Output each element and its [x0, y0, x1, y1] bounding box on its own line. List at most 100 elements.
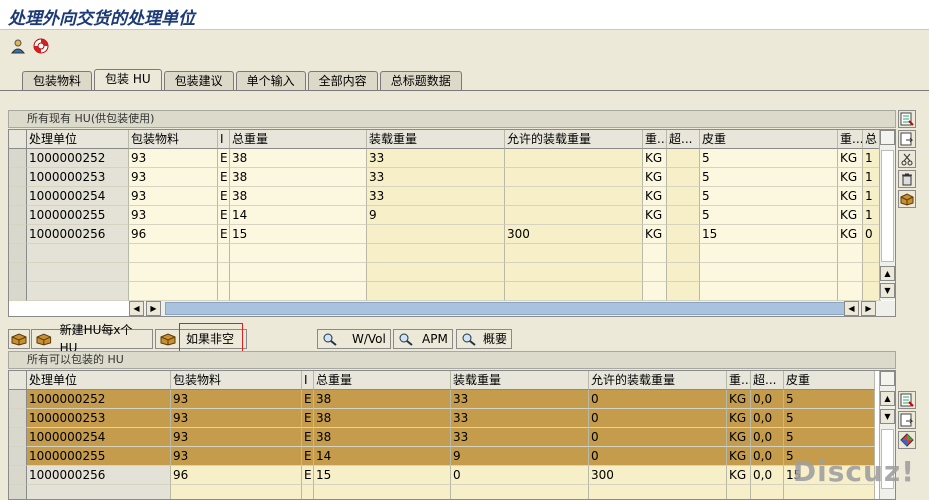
tab-all-contents[interactable]: 全部内容 — [307, 71, 378, 90]
table-cell[interactable] — [667, 225, 700, 244]
table-cell[interactable]: 5 — [700, 149, 838, 168]
table-cell[interactable] — [218, 244, 230, 263]
table-row[interactable]: 1000000253 93 E 38 33 0 KG 0,0 5 — [9, 409, 895, 428]
table-cell[interactable]: 33 — [367, 187, 505, 206]
table-cell[interactable] — [451, 485, 589, 499]
table-cell[interactable] — [751, 485, 784, 499]
table-cell[interactable]: 93 — [129, 187, 218, 206]
table-cell[interactable]: E — [218, 206, 230, 225]
table-cell[interactable] — [727, 485, 751, 499]
table-cell[interactable]: 38 — [314, 409, 451, 428]
table-cell[interactable] — [27, 263, 129, 282]
table-cell[interactable]: KG — [727, 447, 751, 466]
table-cell[interactable]: 96 — [171, 466, 302, 485]
table-cell[interactable]: 0 — [451, 466, 589, 485]
table-cell[interactable]: 38 — [314, 428, 451, 447]
table-cell[interactable]: 33 — [367, 149, 505, 168]
person-icon[interactable] — [8, 36, 28, 56]
summary-button[interactable]: 概要 — [456, 329, 512, 349]
table-cell[interactable] — [700, 282, 838, 301]
tab-header-data[interactable]: 总标题数据 — [379, 71, 462, 90]
table-cell[interactable]: KG — [838, 206, 863, 225]
column-header[interactable]: 允许的装载重量 — [589, 371, 727, 390]
table-cell[interactable] — [27, 282, 129, 301]
table-cell[interactable]: 14 — [314, 447, 451, 466]
table-cell[interactable]: 1000000253 — [27, 168, 129, 187]
scroll-thumb[interactable] — [165, 302, 859, 315]
table-cell[interactable]: 38 — [230, 187, 367, 206]
pack-icon-button[interactable] — [8, 329, 30, 349]
column-header[interactable]: I — [218, 130, 230, 149]
column-header[interactable]: 总重量 — [314, 371, 451, 390]
table-cell[interactable]: 5 — [784, 390, 875, 409]
column-header[interactable]: 重... — [838, 130, 863, 149]
table-cell[interactable]: KG — [838, 225, 863, 244]
table-cell[interactable]: 15 — [230, 225, 367, 244]
table-cell[interactable]: E — [302, 409, 314, 428]
table-row[interactable] — [9, 282, 895, 301]
row-selector[interactable] — [9, 263, 27, 282]
tab-packaging-material[interactable]: 包装物料 — [22, 71, 93, 90]
table-row[interactable]: 1000000252 93 E 38 33 KG 5 KG 1 — [9, 149, 895, 168]
column-config-icon[interactable] — [880, 130, 895, 145]
select-layout-icon[interactable] — [898, 391, 916, 409]
table-cell[interactable] — [505, 282, 643, 301]
table-cell[interactable]: 14 — [230, 206, 367, 225]
row-selector[interactable] — [9, 466, 27, 485]
table-cell[interactable]: KG — [838, 168, 863, 187]
table-cell[interactable]: E — [218, 149, 230, 168]
document-arrow-icon[interactable] — [898, 411, 916, 429]
table-cell[interactable]: 33 — [451, 409, 589, 428]
table-cell[interactable] — [314, 485, 451, 499]
table-row[interactable]: 1000000254 93 E 38 33 0 KG 0,0 5 — [9, 428, 895, 447]
vertical-scrollbar[interactable]: ▲ ▼ — [879, 130, 895, 300]
table-cell[interactable]: 93 — [171, 428, 302, 447]
table-cell[interactable]: 38 — [314, 390, 451, 409]
table-cell[interactable] — [838, 244, 863, 263]
table-cell[interactable]: 1000000256 — [27, 225, 129, 244]
table-cell[interactable]: 0 — [589, 447, 727, 466]
table-cell[interactable] — [838, 282, 863, 301]
tab-individual-entry[interactable]: 单个输入 — [235, 71, 306, 90]
table-cell[interactable] — [667, 168, 700, 187]
table-cell[interactable] — [700, 263, 838, 282]
column-header[interactable]: 允许的装载重量 — [505, 130, 643, 149]
wvol-button[interactable]: W/Vol — [317, 329, 391, 349]
table-cell[interactable]: 0 — [589, 409, 727, 428]
table-cell[interactable]: KG — [838, 187, 863, 206]
table-cell[interactable]: E — [302, 390, 314, 409]
table-cell[interactable]: 0 — [589, 428, 727, 447]
scroll-left-icon[interactable]: ◀ — [129, 301, 144, 316]
table-cell[interactable] — [218, 282, 230, 301]
table-cell[interactable]: E — [302, 428, 314, 447]
column-header[interactable]: 皮重 — [784, 371, 875, 390]
table-row[interactable] — [9, 263, 895, 282]
table-cell[interactable] — [230, 263, 367, 282]
column-header[interactable]: 超... — [751, 371, 784, 390]
table-cell[interactable] — [667, 244, 700, 263]
row-selector[interactable] — [9, 409, 27, 428]
table-cell[interactable] — [505, 206, 643, 225]
scroll-up-icon[interactable]: ▲ — [880, 391, 895, 406]
table-cell[interactable]: 0,0 — [751, 409, 784, 428]
row-selector[interactable] — [9, 447, 27, 466]
table-cell[interactable] — [667, 282, 700, 301]
table-cell[interactable] — [27, 485, 171, 499]
column-header[interactable]: 包装物料 — [129, 130, 218, 149]
table-row[interactable]: 1000000252 93 E 38 33 0 KG 0,0 5 — [9, 390, 895, 409]
table-cell[interactable] — [302, 485, 314, 499]
color-diamond-icon[interactable] — [898, 431, 916, 449]
table-cell[interactable] — [218, 263, 230, 282]
tab-pack-hu[interactable]: 包装 HU — [94, 69, 162, 90]
table-cell[interactable] — [505, 149, 643, 168]
table-cell[interactable] — [129, 263, 218, 282]
table-cell[interactable] — [367, 263, 505, 282]
row-selector[interactable] — [9, 206, 27, 225]
table-cell[interactable] — [367, 225, 505, 244]
select-all-corner[interactable] — [9, 371, 27, 390]
table-cell[interactable] — [667, 206, 700, 225]
table-cell[interactable]: 15 — [314, 466, 451, 485]
table-cell[interactable]: E — [218, 168, 230, 187]
table-cell[interactable] — [667, 263, 700, 282]
table-cell[interactable]: 1000000253 — [27, 409, 171, 428]
